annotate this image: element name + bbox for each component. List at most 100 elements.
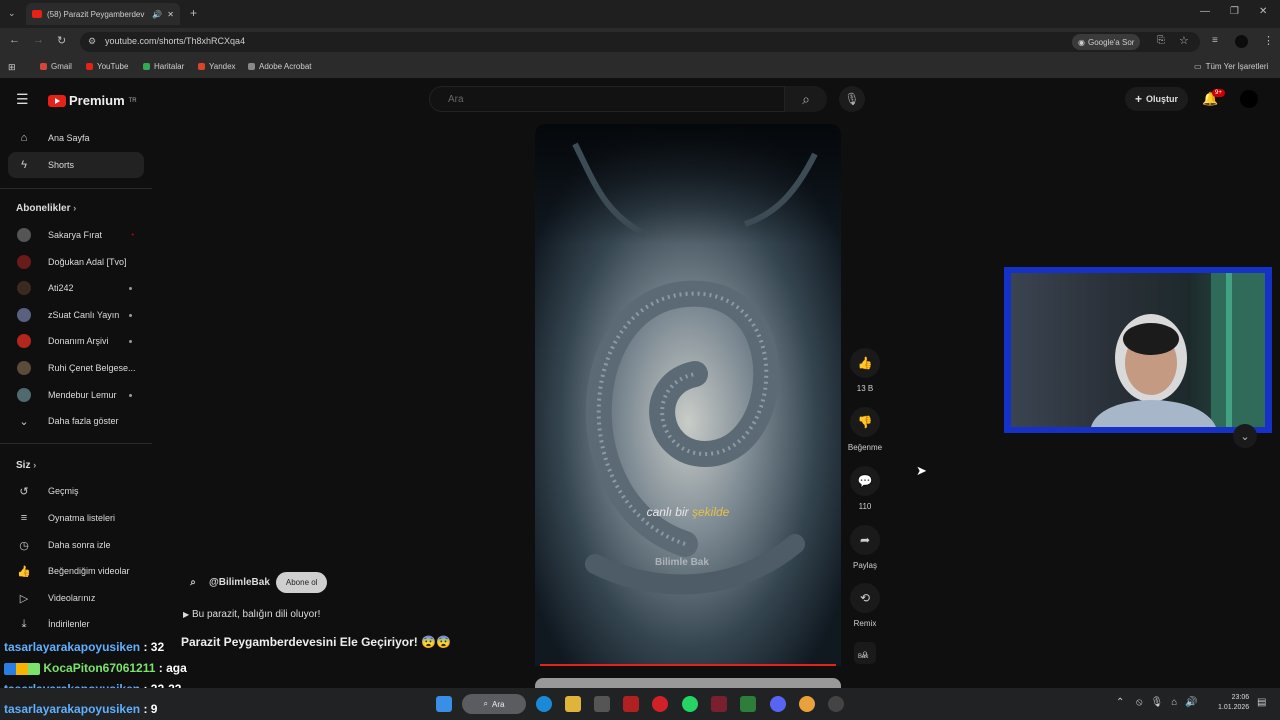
all-bookmarks[interactable]: ▭ Tüm Yer İşaretleri (1194, 62, 1268, 71)
show-more-button[interactable]: ⌄ Daha fazla göster (8, 408, 144, 434)
address-bar[interactable] (80, 32, 1200, 52)
file-explorer-icon[interactable] (565, 696, 581, 712)
sidebar-item-liked[interactable]: 👍 Beğendiğim videolar (8, 558, 144, 584)
forward-arrow-icon[interactable]: → (33, 34, 44, 46)
channel-avatar (16, 280, 32, 296)
tray-chevron-icon[interactable]: ⌃ (1116, 697, 1124, 708)
sidebar-sub-item[interactable]: Mendebur Lemur (8, 382, 144, 408)
media-player-icon[interactable] (652, 696, 668, 712)
sidebar-item-history[interactable]: ↺ Geçmiş (8, 478, 144, 504)
reload-icon[interactable]: ↻ (57, 34, 66, 47)
bookmark-youtube[interactable]: YouTube (86, 62, 128, 71)
sidebar-item-shorts[interactable]: ϟ Shorts (8, 152, 144, 178)
play-triangle-icon: ▶ (183, 610, 190, 619)
google-sor-button[interactable]: ◉ Google'a Sor (1072, 34, 1141, 50)
watermark-text: Bilimle Bak (655, 557, 709, 568)
sidebar-item-home[interactable]: ⌂ Ana Sayfa (8, 125, 144, 151)
sidebar-item-your-videos[interactable]: ▷ Videolarınız (8, 585, 144, 611)
create-button[interactable]: + Oluştur (1125, 87, 1189, 111)
account-avatar[interactable] (1240, 90, 1258, 108)
app-green-icon[interactable] (740, 696, 756, 712)
app-gear-icon[interactable] (828, 696, 844, 712)
subscriptions-title: Abonelikler (16, 203, 71, 214)
chat-badge-icons (4, 662, 40, 675)
sidebar-sub-item[interactable]: Doğukan Adal [Tvo] (8, 249, 144, 275)
sidebar-sub-item[interactable]: zSuat Canlı Yayın (8, 302, 144, 328)
media-control-icon[interactable]: ≡ (1212, 35, 1218, 46)
install-icon[interactable]: ⎘ (1157, 35, 1165, 46)
remix-button[interactable]: ⟲ Remix (845, 583, 885, 628)
url-text[interactable]: youtube.com/shorts/Th8xhRCXqa4 (105, 36, 245, 46)
next-video-card[interactable] (535, 678, 841, 688)
sidebar-item-label: Ruhi Çenet Belgese... (48, 363, 136, 373)
like-button[interactable]: 👍 13 B (845, 348, 885, 393)
search-button[interactable]: ⌕ (785, 86, 827, 112)
sidebar-sub-item[interactable]: Ati242 (8, 275, 144, 301)
sidebar-item-playlists[interactable]: ≡ Oynatma listeleri (8, 505, 144, 531)
dislike-button[interactable]: 👎 Beğenme (845, 407, 885, 452)
app-icon[interactable] (711, 696, 727, 712)
chevron-right-icon: › (33, 460, 37, 470)
browser-menu-icon[interactable]: ⋮ (1263, 34, 1274, 47)
apps-icon[interactable]: ⊞ (8, 62, 16, 73)
bookmark-label: YouTube (97, 62, 129, 71)
share-button[interactable]: ➦ Paylaş (845, 525, 885, 570)
back-arrow-icon[interactable]: ← (9, 34, 20, 46)
app-red-icon[interactable] (623, 696, 639, 712)
bookmark-gmail[interactable]: Gmail (40, 62, 72, 71)
voice-search-button[interactable]: 🎙 (839, 86, 865, 112)
bookmark-adobe[interactable]: Adobe Acrobat (248, 62, 311, 71)
minimize-button[interactable]: — (1200, 6, 1210, 17)
tab-audio-icon[interactable]: 🔊 (152, 10, 162, 19)
remix-icon: ⟲ (850, 583, 880, 613)
discord-icon[interactable] (770, 696, 786, 712)
caption-highlight: şekilde (692, 505, 730, 519)
youtube-logo[interactable]: Premium TR (48, 93, 137, 108)
channel-name[interactable]: @BilimleBak (209, 577, 270, 588)
hamburger-menu-icon[interactable]: ☰ (16, 91, 29, 108)
chat-username: tasarlayarakapoyusiken (4, 640, 141, 654)
site-info-icon[interactable]: ⚙ (88, 36, 96, 47)
sidebar-sub-item[interactable]: Sakarya Fırat • (8, 222, 144, 248)
bookmark-maps[interactable]: Haritalar (143, 62, 184, 71)
browser-tab[interactable]: (58) Parazit Peygamberdev 🔊 ✕ (26, 3, 180, 25)
sound-avatar-icon: ⌕ (854, 642, 876, 664)
bookmark-yandex[interactable]: Yandex (198, 62, 236, 71)
tray-icons[interactable]: ⦸🎙⌂🔊 (1136, 697, 1206, 708)
gmail-icon (40, 63, 47, 70)
notification-center-icon[interactable]: ▤ (1257, 697, 1266, 708)
scroll-down-button[interactable]: ⌄ (1233, 424, 1257, 448)
restore-button[interactable]: ❐ (1230, 6, 1239, 17)
system-clock[interactable]: 23:06 1.01.2026 (1218, 693, 1249, 713)
clock-icon: ◷ (19, 539, 29, 552)
subscriptions-header[interactable]: Abonelikler › (16, 203, 76, 214)
subscribe-button[interactable]: Abone ol (275, 572, 328, 593)
tab-search-icon[interactable]: ⌄ (8, 8, 16, 19)
comments-button[interactable]: 💬 110 (845, 466, 885, 511)
sidebar-sub-item[interactable]: Ruhi Çenet Belgese... (8, 355, 144, 381)
search-input[interactable]: Ara (429, 86, 785, 112)
edge-icon[interactable] (536, 696, 552, 712)
sound-button[interactable]: ⌕ Bak (845, 642, 885, 664)
taskbar-search[interactable]: ⌕ Ara (462, 694, 526, 714)
profile-avatar[interactable] (1235, 35, 1248, 48)
close-window-button[interactable]: ✕ (1259, 6, 1267, 17)
chrome-icon[interactable] (799, 696, 815, 712)
sidebar-item-watch-later[interactable]: ◷ Daha sonra izle (8, 532, 144, 558)
divider (0, 188, 152, 189)
video-description[interactable]: ▶ Bu parazit, balığın dili oluyor! (183, 609, 320, 620)
windows-start-icon[interactable] (436, 696, 452, 712)
store-icon[interactable] (594, 696, 610, 712)
channel-avatar (16, 254, 32, 270)
you-header[interactable]: Siz › (16, 460, 36, 471)
whatsapp-icon[interactable] (682, 696, 698, 712)
new-tab-button[interactable]: + (190, 6, 197, 20)
sidebar-sub-item[interactable]: Donanım Arşivi (8, 328, 144, 354)
shorts-video-player[interactable]: canlı bir şekilde Bilimle Bak (535, 124, 841, 666)
video-progress-bar[interactable] (540, 664, 836, 666)
bookmark-star-icon[interactable]: ☆ (1179, 34, 1189, 47)
video-title: Parazit Peygamberdevesini Ele Geçiriyor!… (181, 635, 451, 649)
channel-avatar[interactable]: ⌕ (183, 573, 203, 593)
sidebar-item-downloads[interactable]: ⤓ İndirilenler (8, 611, 144, 637)
tab-close-icon[interactable]: ✕ (167, 10, 174, 19)
